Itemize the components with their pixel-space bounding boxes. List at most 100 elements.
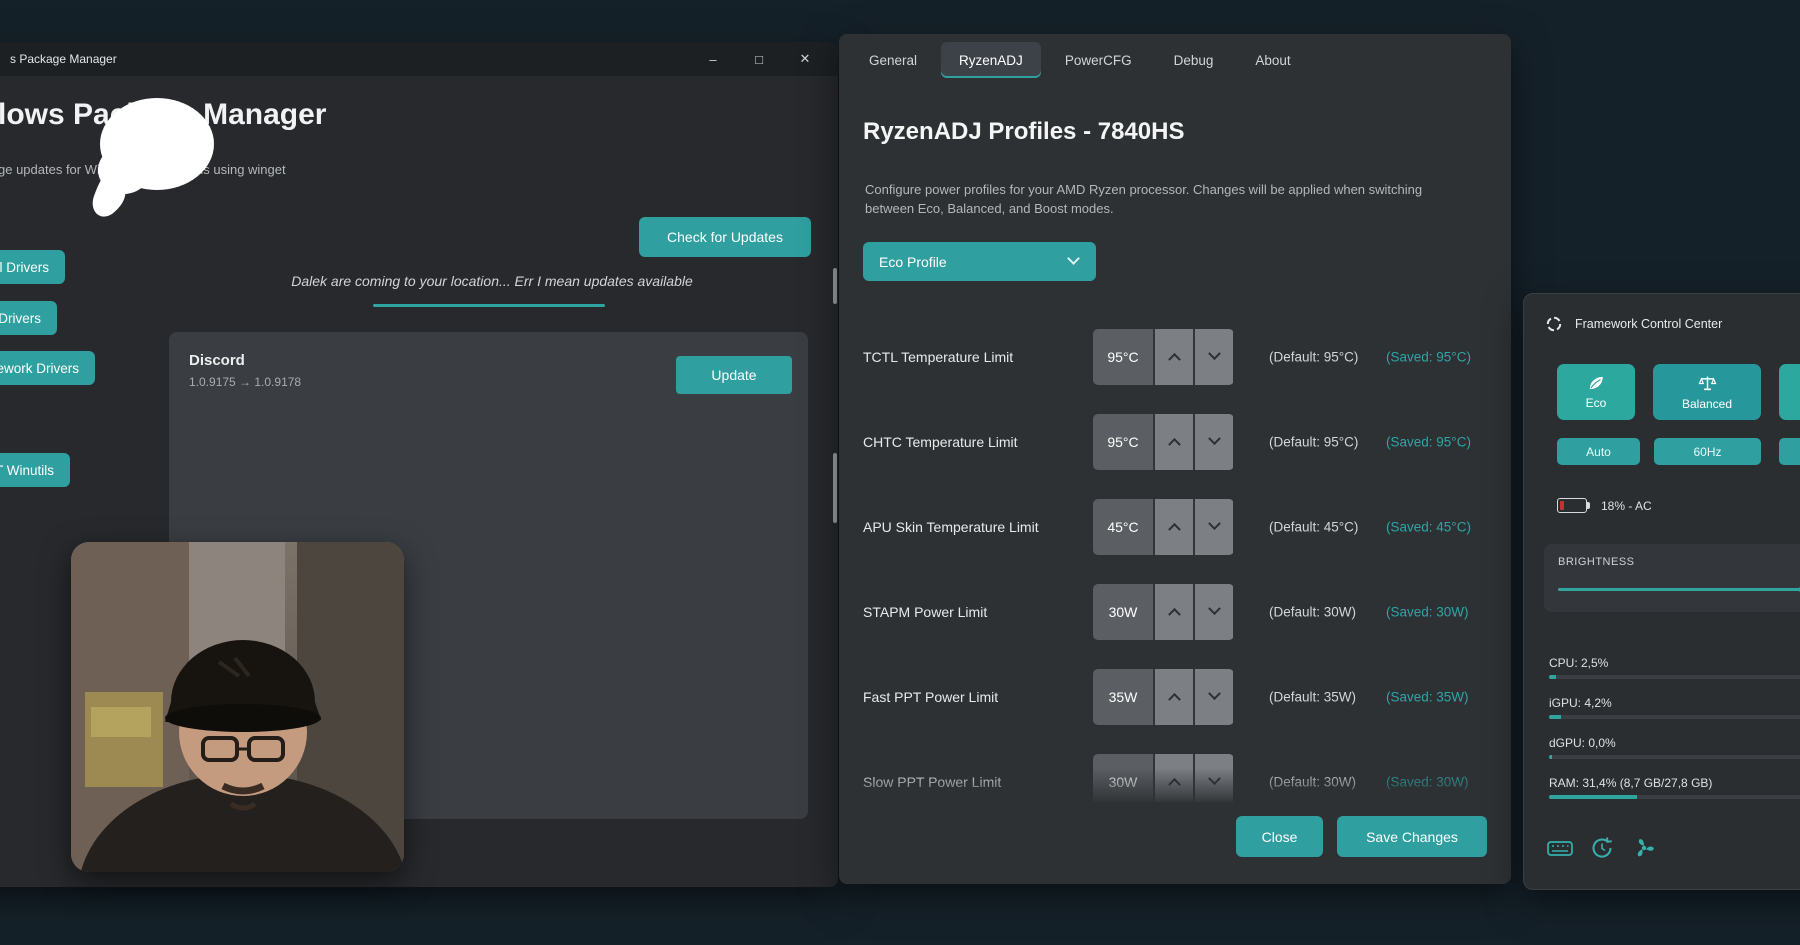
chevron-down-icon bbox=[1208, 432, 1221, 445]
spinner-down-button[interactable] bbox=[1193, 499, 1233, 555]
webcam-video bbox=[71, 542, 404, 872]
boost-mode-button-partial[interactable] bbox=[1779, 364, 1800, 420]
spinner-value[interactable]: 30W bbox=[1093, 584, 1153, 640]
titlebar[interactable]: s Package Manager – □ ✕ bbox=[0, 42, 838, 76]
profile-dropdown[interactable]: Eco Profile bbox=[863, 242, 1096, 281]
spinner-down-button[interactable] bbox=[1193, 669, 1233, 725]
stat-bar bbox=[1549, 755, 1800, 759]
brightness-label: BRIGHTNESS bbox=[1558, 556, 1635, 568]
param-default-value: (Default: 35W) bbox=[1269, 689, 1356, 704]
tab-powercfg[interactable]: PowerCFG bbox=[1047, 42, 1150, 78]
stat-label: RAM: 31,4% (8,7 GB/27,8 GB) bbox=[1549, 776, 1800, 790]
scrollbar-thumb[interactable] bbox=[833, 268, 837, 304]
stat-fill bbox=[1549, 755, 1552, 759]
package-version: 1.0.9175 → 1.0.9178 bbox=[189, 375, 301, 389]
stat-igpu: iGPU: 4,2% bbox=[1549, 696, 1800, 719]
sidebar-button-amd-drivers[interactable]: D Drivers bbox=[0, 301, 57, 335]
spinner-up-button[interactable] bbox=[1153, 669, 1193, 725]
stat-fill bbox=[1549, 795, 1637, 799]
value-spinner: 30W bbox=[1093, 754, 1234, 803]
maximize-button[interactable]: □ bbox=[736, 42, 782, 76]
close-button[interactable]: ✕ bbox=[782, 42, 828, 76]
brightness-fill bbox=[1558, 588, 1800, 591]
mode-label: Balanced bbox=[1682, 397, 1732, 411]
sidebar-button-ctt-winutils[interactable]: T Winutils bbox=[0, 453, 70, 487]
spinner-down-button[interactable] bbox=[1193, 414, 1233, 470]
param-saved-value: (Saved: 35W) bbox=[1386, 689, 1469, 704]
spinner-down-button[interactable] bbox=[1193, 584, 1233, 640]
tab-debug[interactable]: Debug bbox=[1156, 42, 1232, 78]
refresh-rate-button[interactable] bbox=[1586, 832, 1618, 864]
battery-status: 18% - AC bbox=[1557, 498, 1652, 513]
fan-icon bbox=[1630, 834, 1658, 862]
value-spinner: 30W bbox=[1093, 584, 1234, 640]
spinner-up-button[interactable] bbox=[1153, 499, 1193, 555]
refresh-button-partial[interactable] bbox=[1779, 438, 1800, 465]
param-saved-value: (Saved: 45°C) bbox=[1386, 519, 1471, 534]
param-default-value: (Default: 30W) bbox=[1269, 774, 1356, 789]
spinner-value[interactable]: 45°C bbox=[1093, 499, 1153, 555]
eco-mode-button[interactable]: Eco bbox=[1557, 364, 1635, 420]
tab-general[interactable]: General bbox=[851, 42, 935, 78]
param-saved-value: (Saved: 95°C) bbox=[1386, 349, 1471, 364]
spinner-up-button[interactable] bbox=[1153, 754, 1193, 803]
param-saved-value: (Saved: 30W) bbox=[1386, 604, 1469, 619]
check-for-updates-button[interactable]: Check for Updates bbox=[639, 217, 811, 257]
param-row-chtc: CHTC Temperature Limit 95°C (Default: 95… bbox=[863, 399, 1487, 484]
sidebar-button-intel-drivers[interactable]: el Drivers bbox=[0, 250, 65, 284]
value-spinner: 35W bbox=[1093, 669, 1234, 725]
chevron-up-icon bbox=[1168, 608, 1181, 621]
spinner-down-button[interactable] bbox=[1193, 329, 1233, 385]
balanced-mode-button[interactable]: Balanced bbox=[1653, 364, 1761, 420]
battery-text: 18% - AC bbox=[1601, 499, 1652, 513]
refresh-60hz-button[interactable]: 60Hz bbox=[1654, 438, 1761, 465]
fan-control-button[interactable] bbox=[1628, 832, 1660, 864]
spinner-value[interactable]: 95°C bbox=[1093, 329, 1153, 385]
progress-fill bbox=[373, 304, 605, 307]
param-default-value: (Default: 95°C) bbox=[1269, 349, 1358, 364]
param-default-value: (Default: 95°C) bbox=[1269, 434, 1358, 449]
save-changes-button[interactable]: Save Changes bbox=[1337, 816, 1487, 857]
spinner-value[interactable]: 30W bbox=[1093, 754, 1153, 803]
param-row-fast-ppt: Fast PPT Power Limit 35W (Default: 35W) … bbox=[863, 654, 1487, 739]
chevron-down-icon bbox=[1208, 517, 1221, 530]
framework-logo-icon bbox=[1546, 316, 1562, 332]
chevron-down-icon bbox=[1208, 772, 1221, 785]
spinner-value[interactable]: 35W bbox=[1093, 669, 1153, 725]
minimize-button[interactable]: – bbox=[690, 42, 736, 76]
stat-dgpu: dGPU: 0,0% bbox=[1549, 736, 1800, 759]
update-button[interactable]: Update bbox=[676, 356, 792, 394]
tab-about[interactable]: About bbox=[1237, 42, 1308, 78]
chevron-up-icon bbox=[1168, 693, 1181, 706]
spinner-down-button[interactable] bbox=[1193, 754, 1233, 803]
stat-fill bbox=[1549, 715, 1561, 719]
refresh-auto-button[interactable]: Auto bbox=[1557, 438, 1640, 465]
panel-header: Framework Control Center bbox=[1546, 316, 1722, 332]
keyboard-icon bbox=[1546, 834, 1574, 862]
stat-cpu: CPU: 2,5% bbox=[1549, 656, 1800, 679]
param-label: STAPM Power Limit bbox=[863, 604, 987, 620]
chevron-up-icon bbox=[1168, 778, 1181, 791]
panel-title: Framework Control Center bbox=[1575, 317, 1722, 331]
update-progress-bar bbox=[373, 304, 605, 307]
tab-ryzenadj[interactable]: RyzenADJ bbox=[941, 42, 1041, 78]
param-default-value: (Default: 30W) bbox=[1269, 604, 1356, 619]
sidebar-button-framework-drivers[interactable]: mework Drivers bbox=[0, 351, 95, 385]
profile-dropdown-value: Eco Profile bbox=[879, 254, 947, 270]
stat-fill bbox=[1549, 675, 1556, 679]
brightness-slider[interactable] bbox=[1558, 588, 1800, 591]
param-label: TCTL Temperature Limit bbox=[863, 349, 1013, 365]
refresh-clock-icon bbox=[1588, 834, 1616, 862]
param-row-slow-ppt: Slow PPT Power Limit 30W (Default: 30W) … bbox=[863, 739, 1487, 802]
spinner-up-button[interactable] bbox=[1153, 329, 1193, 385]
param-saved-value: (Saved: 95°C) bbox=[1386, 434, 1471, 449]
chevron-down-icon bbox=[1208, 602, 1221, 615]
param-row-tctl: TCTL Temperature Limit 95°C (Default: 95… bbox=[863, 314, 1487, 399]
spinner-up-button[interactable] bbox=[1153, 584, 1193, 640]
scrollbar-thumb[interactable] bbox=[833, 453, 837, 523]
spinner-up-button[interactable] bbox=[1153, 414, 1193, 470]
spinner-value[interactable]: 95°C bbox=[1093, 414, 1153, 470]
keyboard-settings-button[interactable] bbox=[1544, 832, 1576, 864]
close-dialog-button[interactable]: Close bbox=[1236, 816, 1323, 857]
status-text: Dalek are coming to your location... Err… bbox=[252, 273, 732, 289]
